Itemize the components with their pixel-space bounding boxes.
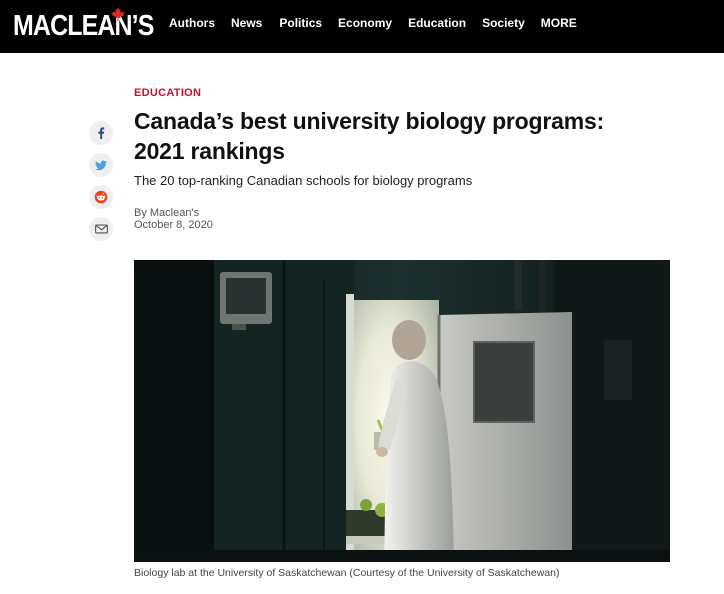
lab-photo-illustration bbox=[134, 260, 670, 562]
nav-news[interactable]: News bbox=[231, 16, 262, 30]
article-dek: The 20 top-ranking Canadian schools for … bbox=[134, 173, 473, 188]
twitter-icon bbox=[95, 160, 107, 170]
maple-leaf-icon bbox=[111, 7, 125, 21]
nav-education[interactable]: Education bbox=[408, 16, 466, 30]
share-facebook-button[interactable] bbox=[89, 121, 113, 145]
reddit-icon bbox=[94, 190, 108, 204]
primary-nav: Authors News Politics Economy Education … bbox=[169, 0, 593, 45]
facebook-icon bbox=[98, 127, 105, 139]
share-email-button[interactable] bbox=[89, 217, 113, 241]
site-logo[interactable]: MACLEAN’S bbox=[13, 8, 154, 44]
article-byline[interactable]: By Maclean's bbox=[134, 207, 199, 219]
article-category[interactable]: EDUCATION bbox=[134, 87, 201, 99]
article-headline: Canada’s best university biology program… bbox=[134, 108, 605, 164]
nav-economy[interactable]: Economy bbox=[338, 16, 392, 30]
hero-photo bbox=[134, 260, 670, 562]
logo-wordmark: MACLEAN’S bbox=[13, 9, 154, 42]
share-twitter-button[interactable] bbox=[89, 153, 113, 177]
nav-more[interactable]: MORE bbox=[541, 16, 577, 30]
top-nav-bar: MACLEAN’S Authors News Politics Economy … bbox=[0, 0, 724, 53]
nav-society[interactable]: Society bbox=[482, 16, 525, 30]
article-date: October 8, 2020 bbox=[134, 219, 213, 231]
nav-politics[interactable]: Politics bbox=[279, 16, 322, 30]
email-icon bbox=[94, 224, 108, 234]
nav-authors[interactable]: Authors bbox=[169, 16, 215, 30]
share-reddit-button[interactable] bbox=[89, 185, 113, 209]
photo-caption: Biology lab at the University of Saskatc… bbox=[134, 567, 560, 579]
